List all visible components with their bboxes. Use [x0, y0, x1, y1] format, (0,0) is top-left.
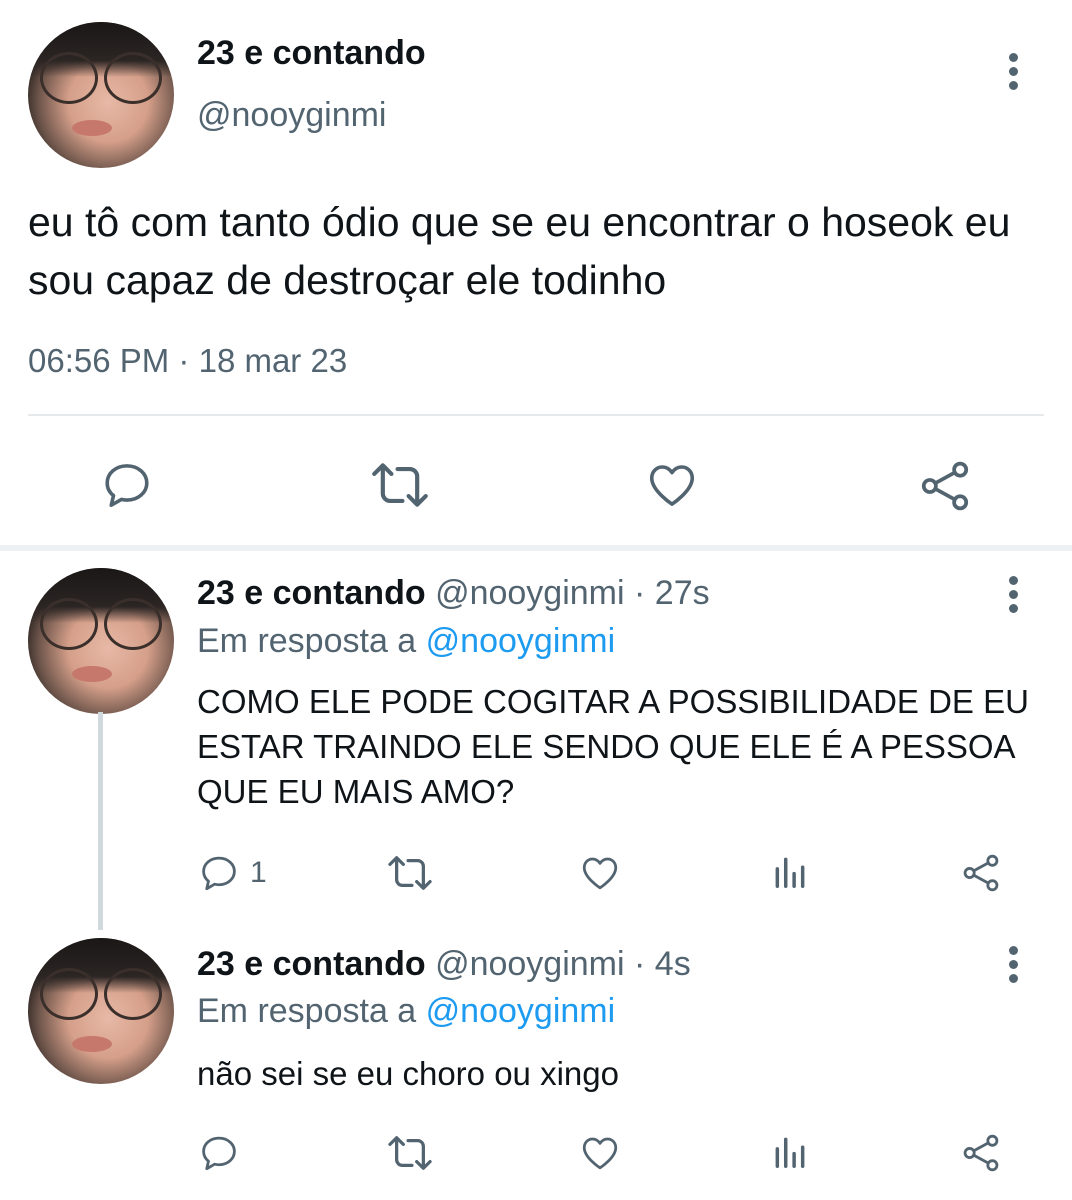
tweet-text: eu tô com tanto ódio que se eu encontrar…	[28, 199, 1011, 303]
user-handle[interactable]: @nooyginmi	[197, 96, 387, 135]
separator-dot: ·	[178, 342, 199, 379]
display-name[interactable]: 23 e contando	[197, 574, 426, 612]
reply-count: 1	[250, 856, 267, 889]
share-icon[interactable]	[960, 852, 1002, 894]
tweet-age: 27s	[654, 574, 710, 612]
share-icon[interactable]	[960, 1132, 1002, 1174]
avatar[interactable]	[28, 568, 174, 714]
avatar-glasses	[104, 52, 162, 104]
share-icon[interactable]	[917, 458, 973, 514]
analytics-icon[interactable]	[771, 1132, 809, 1172]
separator-dot: ·	[634, 945, 646, 983]
tweet-timestamp[interactable]: 06:56 PM · 18 mar 23	[28, 342, 347, 380]
tweet-time: 06:56 PM	[28, 342, 170, 379]
thread-line	[98, 712, 103, 930]
retweet-icon[interactable]	[385, 1132, 435, 1174]
like-icon[interactable]	[579, 1132, 621, 1174]
analytics-icon[interactable]	[771, 852, 809, 892]
reply-icon[interactable]	[198, 852, 240, 894]
tweet-age: 4s	[654, 945, 691, 983]
more-options-icon[interactable]	[1007, 946, 1019, 986]
more-options-icon[interactable]	[1007, 53, 1019, 93]
tweet-date: 18 mar 23	[198, 342, 348, 379]
divider	[28, 414, 1044, 416]
retweet-icon[interactable]	[385, 852, 435, 894]
reply-context: Em resposta a @nooyginmi	[197, 992, 615, 1031]
tweet-text: não sei se eu choro ou xingo	[197, 1055, 619, 1092]
reply-header[interactable]: 23 e contando @nooyginmi · 27s	[197, 574, 710, 613]
avatar-glasses	[40, 598, 98, 650]
more-options-icon[interactable]	[1007, 576, 1019, 616]
avatar-glasses	[40, 52, 98, 104]
display-name[interactable]: 23 e contando	[197, 34, 426, 73]
reply-icon[interactable]	[198, 1132, 240, 1174]
reply-target-link[interactable]: @nooyginmi	[426, 992, 616, 1030]
avatar-mouth	[72, 666, 112, 682]
avatar-glasses	[40, 968, 98, 1020]
retweet-icon[interactable]	[367, 458, 433, 512]
like-icon[interactable]	[645, 458, 699, 512]
reply-target-link[interactable]: @nooyginmi	[426, 622, 616, 660]
reply-prefix: Em resposta a	[197, 992, 417, 1030]
reply-header[interactable]: 23 e contando @nooyginmi · 4s	[197, 945, 691, 984]
tweet-text: COMO ELE PODE COGITAR A POSSIBILIDADE DE…	[197, 683, 1029, 810]
reply-prefix: Em resposta a	[197, 622, 417, 660]
user-handle[interactable]: @nooyginmi	[435, 574, 625, 612]
like-icon[interactable]	[579, 852, 621, 894]
avatar-glasses	[104, 968, 162, 1020]
user-handle[interactable]: @nooyginmi	[435, 945, 625, 983]
separator-dot: ·	[634, 574, 646, 612]
reply-context: Em resposta a @nooyginmi	[197, 622, 615, 661]
section-separator	[0, 545, 1072, 551]
display-name[interactable]: 23 e contando	[197, 945, 426, 983]
avatar-mouth	[72, 1036, 112, 1052]
avatar[interactable]	[28, 938, 174, 1084]
avatar-mouth	[72, 120, 112, 136]
avatar-glasses	[104, 598, 162, 650]
reply-icon[interactable]	[100, 458, 154, 512]
avatar[interactable]	[28, 22, 174, 168]
